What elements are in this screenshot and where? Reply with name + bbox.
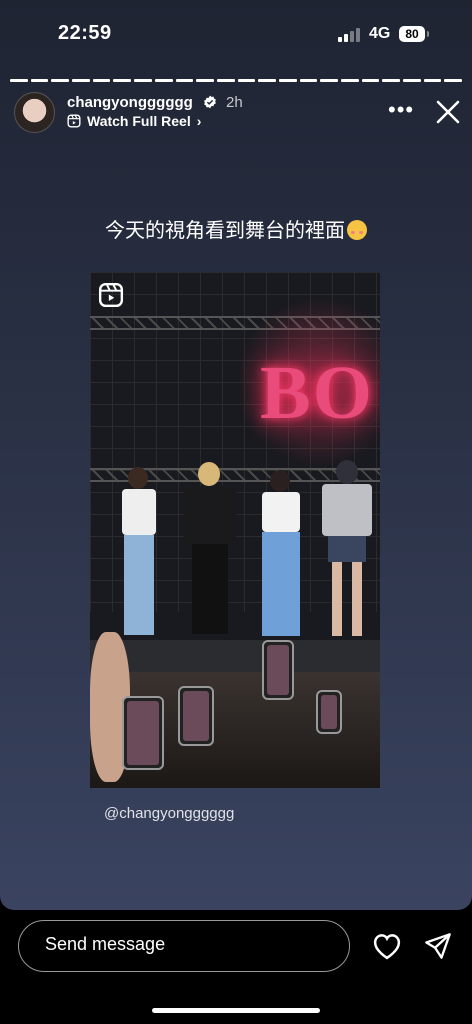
watch-full-reel-link[interactable]: Watch Full Reel ›	[67, 113, 201, 129]
progress-segment	[382, 79, 401, 82]
progress-segment	[154, 79, 173, 82]
progress-segment	[341, 79, 359, 82]
reels-icon	[98, 282, 124, 308]
caption-text: 今天的視角看到舞台的裡面	[105, 220, 345, 242]
network-type: 4G	[369, 25, 391, 42]
progress-segment	[444, 79, 463, 82]
progress-segment	[92, 79, 111, 82]
send-icon[interactable]	[424, 932, 452, 960]
status-time: 22:59	[58, 22, 112, 44]
performer	[116, 467, 162, 637]
reel-credit[interactable]: @changyongggggg	[104, 805, 234, 822]
progress-segment	[175, 79, 194, 82]
smiling-face-with-hearts-icon	[347, 220, 367, 240]
progress-segment	[72, 79, 90, 82]
home-indicator[interactable]	[152, 1008, 320, 1013]
story-caption: 今天的視角看到舞台的裡面	[0, 214, 472, 243]
story-progress-bar	[10, 79, 463, 82]
send-message-input[interactable]	[43, 933, 337, 956]
progress-segment	[361, 79, 380, 82]
progress-segment	[30, 79, 49, 82]
battery-icon: 80	[399, 26, 429, 42]
progress-segment	[196, 79, 214, 82]
progress-segment	[134, 79, 152, 82]
close-icon[interactable]	[434, 98, 462, 126]
progress-segment	[10, 79, 28, 82]
reel-preview[interactable]: BO	[90, 272, 380, 788]
progress-segment	[258, 79, 276, 82]
audience-phone	[122, 696, 164, 770]
signal-icon	[338, 28, 360, 42]
audience-phone	[178, 686, 214, 746]
progress-segment	[403, 79, 421, 82]
stage-sign: BO	[260, 351, 374, 435]
avatar[interactable]	[14, 92, 55, 133]
progress-segment	[320, 79, 338, 82]
send-message-field[interactable]	[18, 920, 350, 972]
more-options-button[interactable]: •••	[388, 99, 414, 121]
chevron-right-icon: ›	[196, 113, 202, 129]
battery-level: 80	[405, 27, 419, 41]
audience-phone	[262, 640, 294, 700]
verified-badge-icon	[204, 95, 216, 109]
username[interactable]: changyongggggg	[67, 94, 193, 111]
status-bar: 22:59 4G 80	[0, 0, 472, 70]
performer	[256, 470, 306, 638]
progress-segment	[237, 79, 256, 82]
progress-segment	[113, 79, 132, 82]
post-age: 2h	[226, 94, 243, 111]
reels-icon	[67, 114, 81, 128]
progress-segment	[278, 79, 297, 82]
progress-segment	[423, 79, 442, 82]
progress-segment	[51, 79, 70, 82]
watch-full-reel-label: Watch Full Reel	[87, 113, 191, 129]
performer	[180, 462, 240, 637]
story-view[interactable]: 22:59 4G 80 changyongggggg 2h Watch Full…	[0, 0, 472, 910]
audience-phone	[316, 690, 342, 734]
progress-segment	[299, 79, 318, 82]
heart-icon[interactable]	[372, 932, 402, 960]
performer	[318, 460, 376, 638]
progress-segment	[216, 79, 235, 82]
